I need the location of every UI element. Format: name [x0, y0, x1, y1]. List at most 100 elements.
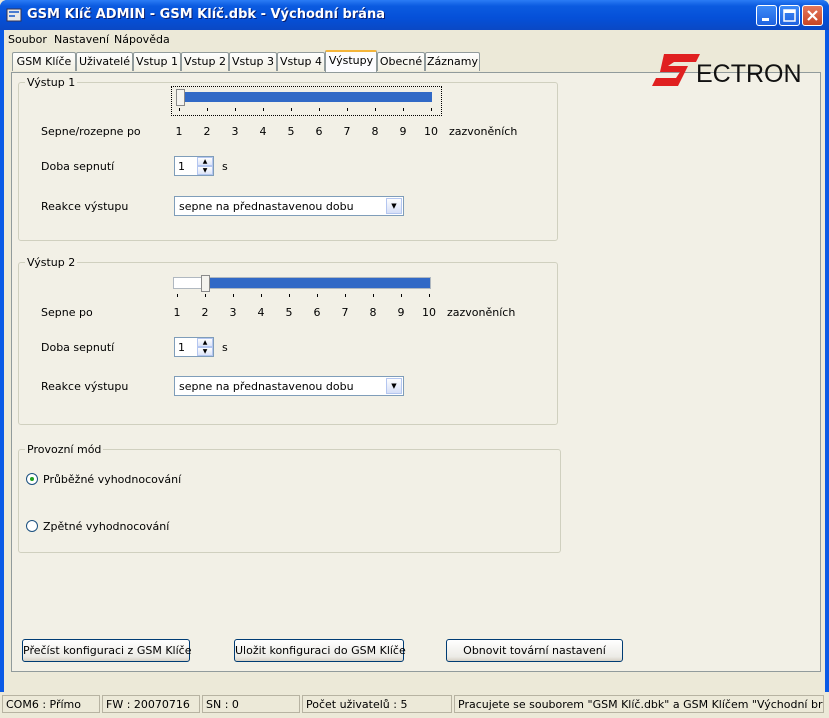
tab-vstup-4[interactable]: Vstup 4 — [277, 52, 325, 71]
tab-vstup-2[interactable]: Vstup 2 — [181, 52, 229, 71]
tab-vystupy[interactable]: Výstupy — [325, 50, 377, 72]
mode-option-retrospective[interactable]: Zpětné vyhodnocování — [43, 520, 169, 533]
sectron-s-icon — [652, 54, 700, 86]
output2-tick-label: 5 — [285, 306, 293, 319]
output1-tick-label: 3 — [231, 125, 239, 138]
output2-reaction-value: sepne na přednastavenou dobu — [179, 380, 354, 393]
output1-slider-thumb[interactable] — [176, 89, 185, 106]
sectron-logo: ECTRON — [652, 52, 802, 92]
output2-reaction-select[interactable]: sepne na přednastavenou dobu ▼ — [174, 376, 404, 396]
close-icon — [807, 10, 818, 21]
output2-tick-label: 3 — [229, 306, 237, 319]
mode-group-label: Provozní mód — [25, 443, 104, 456]
output1-duration-label: Doba sepnutí — [41, 160, 115, 173]
app-window: GSM Klíč ADMIN - GSM Klíč.dbk - Východní… — [0, 0, 829, 718]
tick — [403, 108, 404, 111]
minimize-icon — [762, 18, 769, 21]
status-users: Počet uživatelů : 5 — [302, 695, 452, 713]
tick — [429, 294, 430, 297]
output2-duration-spinner[interactable]: 1 ▲ ▼ — [174, 337, 214, 357]
window-title: GSM Klíč ADMIN - GSM Klíč.dbk - Východní… — [27, 7, 385, 22]
tick — [179, 108, 180, 111]
output2-duration-label: Doba sepnutí — [41, 341, 115, 354]
logo-text: ECTRON — [696, 60, 802, 88]
output2-range-slider[interactable] — [172, 274, 437, 299]
output1-range-slider[interactable] — [174, 88, 439, 113]
output1-reaction-label: Reakce výstupu — [41, 200, 129, 213]
tab-obecne[interactable]: Obecné — [377, 52, 425, 71]
output1-tick-label: 2 — [203, 125, 211, 138]
status-message: Pracujete se souborem "GSM Klíč.dbk" a G… — [454, 695, 824, 713]
spin-down-icon[interactable]: ▼ — [197, 166, 213, 175]
output1-tick-label: 4 — [259, 125, 267, 138]
tab-gsm-klice[interactable]: GSM Klíče — [12, 52, 76, 71]
tick — [177, 294, 178, 297]
status-fw: FW : 20070716 — [102, 695, 200, 713]
output1-tick-label: 6 — [315, 125, 323, 138]
tick — [319, 108, 320, 111]
save-config-button[interactable]: Uložit konfiguraci do GSM Klíče — [234, 639, 406, 662]
spin-up-icon[interactable]: ▲ — [197, 157, 213, 166]
output2-tick-label: 4 — [257, 306, 265, 319]
tick — [233, 294, 234, 297]
tick — [431, 108, 432, 111]
spin-up-icon[interactable]: ▲ — [197, 338, 213, 347]
output2-tick-label: 6 — [313, 306, 321, 319]
tab-uzivatele[interactable]: Uživatelé — [76, 52, 133, 71]
status-bar: COM6 : Přímo FW : 20070716 SN : 0 Počet … — [0, 692, 829, 718]
mode-radio-continuous[interactable] — [26, 473, 38, 485]
tick — [347, 108, 348, 111]
output2-slider-fill — [208, 278, 430, 288]
chevron-down-icon[interactable]: ▼ — [386, 378, 402, 394]
output2-tick-label: 9 — [397, 306, 405, 319]
maximize-button[interactable] — [779, 5, 800, 26]
output1-tick-label: 1 — [175, 125, 183, 138]
output2-unit-label: zazvoněních — [447, 306, 516, 319]
tick — [317, 294, 318, 297]
output2-tick-label: 10 — [422, 306, 436, 319]
tick — [207, 108, 208, 111]
menu-bar: Soubor Nastavení Nápověda — [4, 30, 825, 49]
read-config-button[interactable]: Přečíst konfiguraci z GSM Klíče — [22, 639, 191, 662]
status-port: COM6 : Přímo — [2, 695, 100, 713]
output2-slider-thumb[interactable] — [201, 275, 210, 292]
tick — [261, 294, 262, 297]
output2-group-label: Výstup 2 — [25, 256, 78, 269]
output1-reaction-select[interactable]: sepne na přednastavenou dobu ▼ — [174, 196, 404, 216]
close-button[interactable] — [802, 5, 823, 26]
output1-unit-label: zazvoněních — [449, 125, 518, 138]
tick — [289, 294, 290, 297]
tab-zaznamy[interactable]: Záznamy — [425, 52, 480, 71]
menu-soubor[interactable]: Soubor — [8, 33, 47, 46]
output1-tick-label: 8 — [371, 125, 379, 138]
output1-ticks — [179, 108, 434, 113]
output2-trigger-label: Sepne po — [41, 306, 93, 319]
output1-group-label: Výstup 1 — [25, 76, 78, 89]
menu-napoveda[interactable]: Nápověda — [114, 33, 170, 46]
mode-radio-retrospective[interactable] — [26, 520, 38, 532]
output1-tick-label: 9 — [399, 125, 407, 138]
tick — [373, 294, 374, 297]
factory-reset-button[interactable]: Obnovit tovární nastavení — [446, 639, 623, 662]
mode-option-continuous[interactable]: Průběžné vyhodnocování — [43, 473, 181, 486]
chevron-down-icon[interactable]: ▼ — [386, 198, 402, 214]
output1-trigger-label: Sepne/rozepne po — [41, 125, 141, 138]
output1-duration-value[interactable]: 1 — [178, 160, 185, 173]
tick — [291, 108, 292, 111]
output2-duration-value[interactable]: 1 — [178, 341, 185, 354]
output2-tick-label: 7 — [341, 306, 349, 319]
output2-tick-label: 8 — [369, 306, 377, 319]
minimize-button[interactable] — [756, 5, 777, 26]
title-bar[interactable]: GSM Klíč ADMIN - GSM Klíč.dbk - Východní… — [0, 0, 829, 30]
output2-duration-unit: s — [222, 341, 228, 354]
menu-nastaveni[interactable]: Nastavení — [54, 33, 109, 46]
tick — [205, 294, 206, 297]
tab-vstup-3[interactable]: Vstup 3 — [229, 52, 277, 71]
spin-down-icon[interactable]: ▼ — [197, 347, 213, 356]
output1-tick-label: 7 — [343, 125, 351, 138]
tab-vstup-1[interactable]: Vstup 1 — [133, 52, 181, 71]
output1-reaction-value: sepne na přednastavenou dobu — [179, 200, 354, 213]
output1-duration-spinner[interactable]: 1 ▲ ▼ — [174, 156, 214, 176]
output2-ticks — [177, 294, 432, 299]
mode-group: Provozní mód — [18, 443, 561, 553]
